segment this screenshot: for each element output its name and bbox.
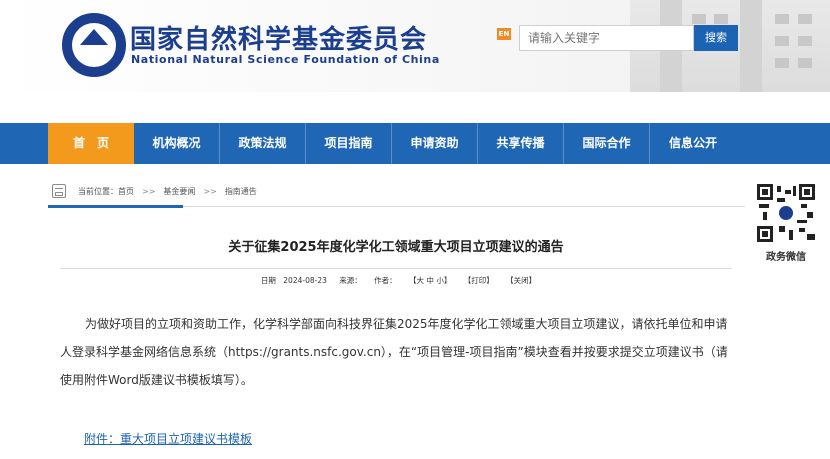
- article-body: 为做好项目的立项和资助工作，化学科学部面向科技界征集2025年度化学化工领域重大…: [60, 317, 728, 387]
- nav-item-international[interactable]: 国际合作: [564, 123, 650, 164]
- breadcrumb-item-home[interactable]: 首页: [118, 186, 134, 197]
- breadcrumb-prefix: 当前位置：: [78, 186, 118, 196]
- source-label: 来源：: [339, 276, 362, 285]
- breadcrumb-separator: >>: [142, 186, 156, 196]
- nav-item-guides[interactable]: 项目指南: [306, 123, 392, 164]
- date-label: 日期: [260, 276, 276, 285]
- print-link[interactable]: 【打印】: [464, 276, 494, 285]
- nav-item-funding[interactable]: 申请资助: [392, 123, 478, 164]
- qr-label: 政务微信: [766, 252, 806, 263]
- attachment-link[interactable]: 附件：重大项目立项建议书模板: [84, 430, 252, 447]
- english-version-button[interactable]: EN: [497, 28, 511, 40]
- logo-year: 1986: [86, 48, 102, 55]
- org-name-cn: 国家自然科学基金委员会: [130, 25, 428, 55]
- close-link[interactable]: 【关闭】: [506, 276, 536, 285]
- author-label: 作者：: [374, 276, 397, 285]
- main-nav: 首 页 机构概况 政策法规 项目指南 申请资助 共享传播 国际合作 信息公开: [0, 123, 830, 164]
- nav-item-policies[interactable]: 政策法规: [220, 123, 306, 164]
- date-value: 2024-08-23: [283, 276, 327, 285]
- org-name-en: National Natural Science Foundation of C…: [131, 53, 440, 66]
- location-icon: [52, 184, 66, 198]
- search-button[interactable]: 搜索: [694, 25, 738, 51]
- breadcrumb-accent: [48, 205, 183, 208]
- site-header: 1986 国家自然科学基金委员会 National Natural Scienc…: [0, 0, 830, 92]
- breadcrumb: 当前位置： 首页 >> 基金要闻 >> 指南通告: [52, 181, 257, 201]
- title-divider: [60, 268, 732, 269]
- search-input[interactable]: [519, 25, 694, 51]
- article-title: 关于征集2025年度化学化工领域重大项目立项建议的通告: [228, 240, 564, 255]
- article-meta: 日期 2024-08-23 来源： 作者： 【大 中 小】 【打印】 【关闭】: [60, 275, 732, 286]
- font-size-switch[interactable]: 【大 中 小】: [409, 276, 451, 285]
- nav-item-sharing[interactable]: 共享传播: [478, 123, 564, 164]
- nav-item-disclosure[interactable]: 信息公开: [650, 123, 736, 164]
- wechat-qr-code: [757, 184, 815, 242]
- nsfc-logo[interactable]: 1986: [62, 13, 126, 77]
- mountain-icon: [80, 29, 108, 45]
- breadcrumb-item-notices[interactable]: 指南通告: [225, 186, 257, 197]
- breadcrumb-separator: >>: [203, 186, 217, 196]
- nav-item-about[interactable]: 机构概况: [134, 123, 220, 164]
- nav-item-home[interactable]: 首 页: [48, 123, 134, 164]
- breadcrumb-item-news[interactable]: 基金要闻: [163, 186, 195, 197]
